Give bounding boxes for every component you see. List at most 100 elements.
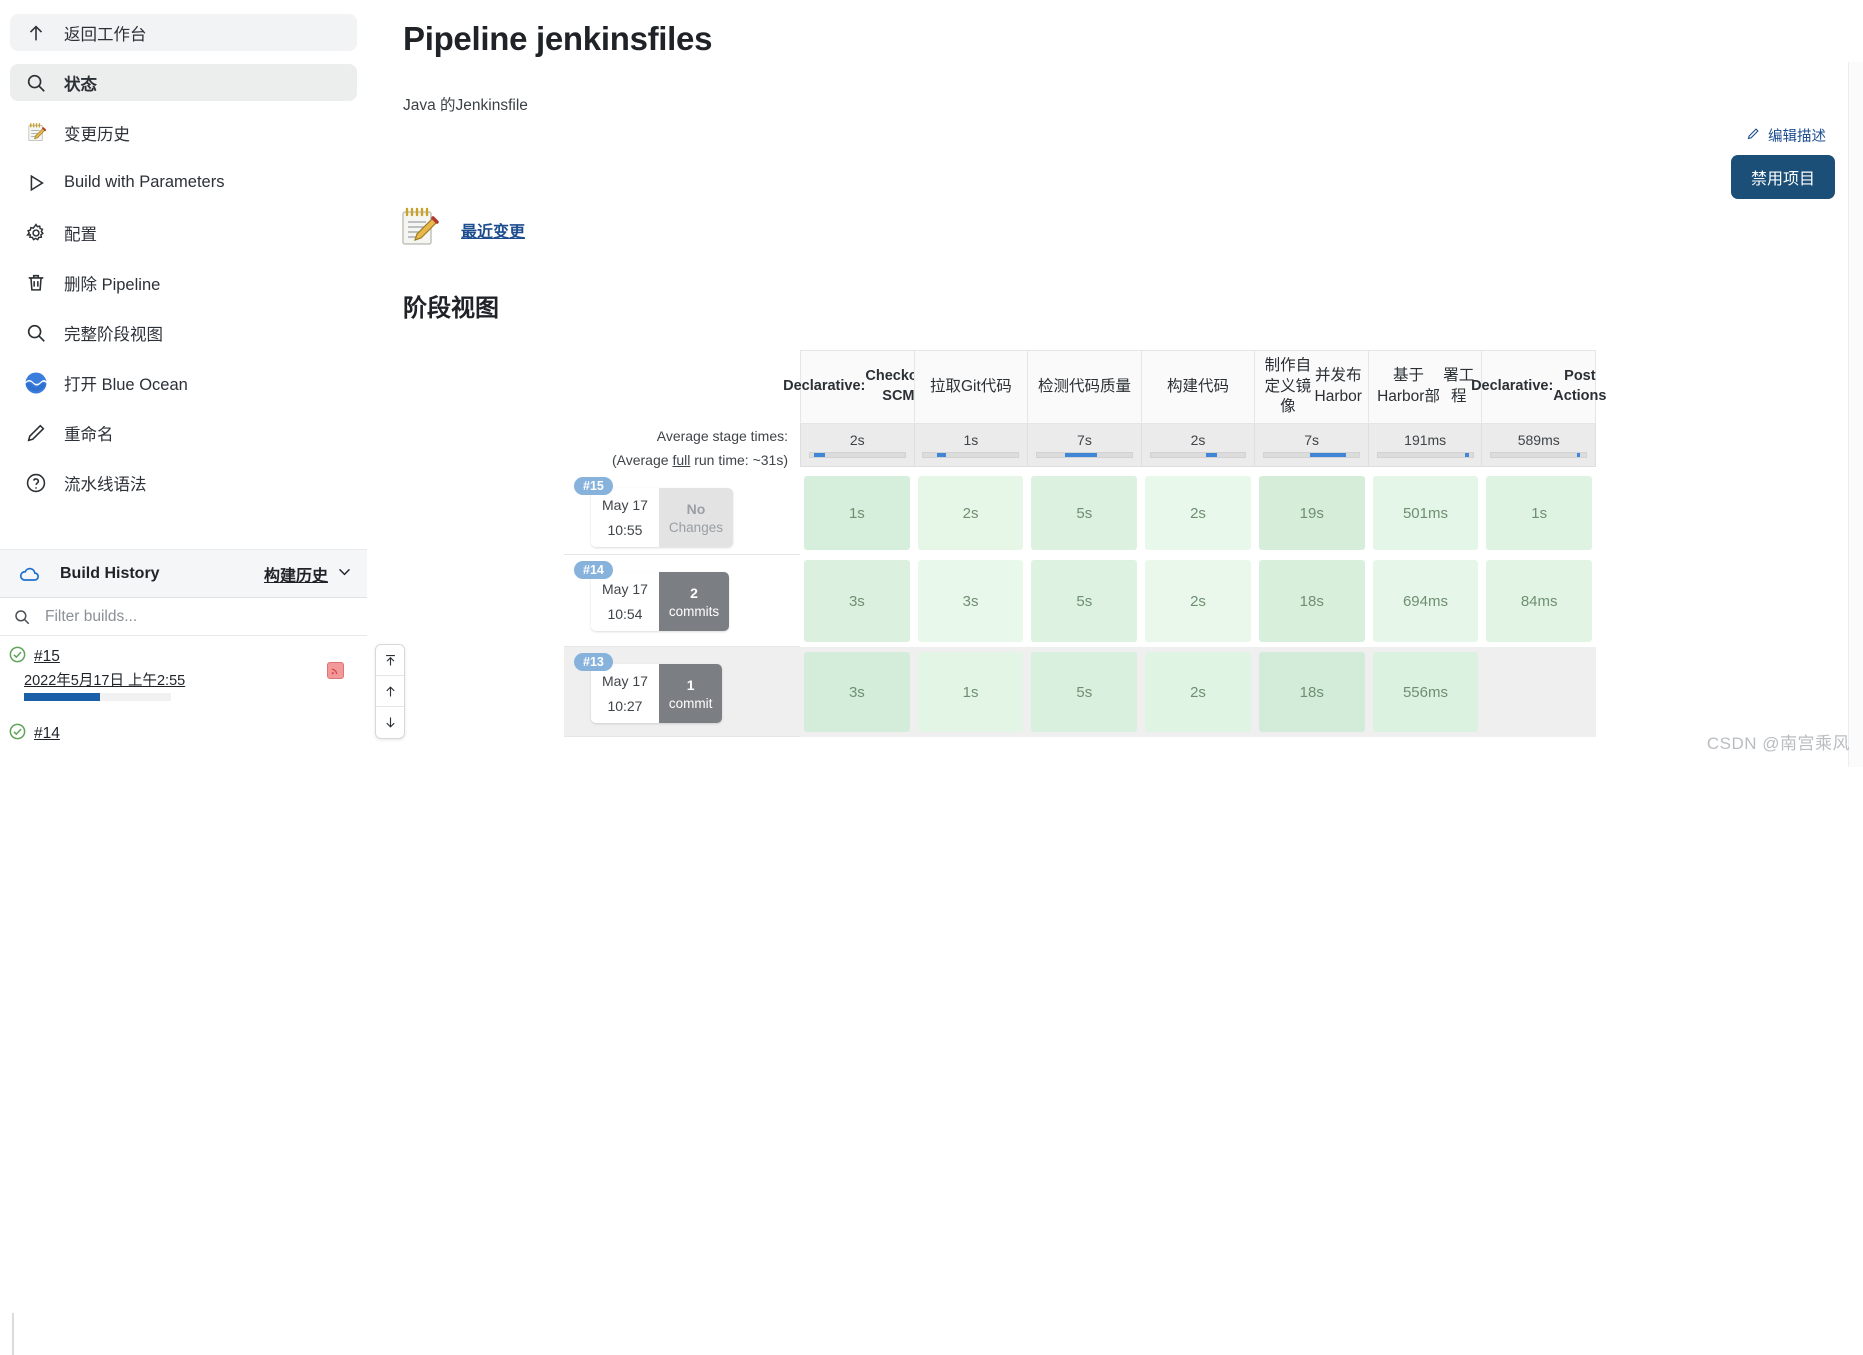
stage-duration-value: 3s: [804, 560, 910, 643]
stage-duration-cell[interactable]: 501ms: [1369, 471, 1483, 555]
stage-average-bar-fill: [1205, 453, 1217, 457]
arrow-up-icon: [24, 21, 48, 45]
scroll-to-top-button[interactable]: [376, 645, 404, 676]
stage-duration-cell[interactable]: 694ms: [1369, 555, 1483, 647]
stage-build-row[interactable]: #15 May 17 10:55 No Changes 1s 2s 5s 2s 19s 501ms 1…: [564, 471, 1596, 556]
recent-changes-row[interactable]: 最近变更: [395, 203, 525, 256]
filter-builds-row[interactable]: [0, 598, 367, 636]
blue-ocean-icon: [24, 371, 48, 395]
stage-duration-cell[interactable]: 3s: [800, 647, 914, 737]
sidebar-item-10[interactable]: 流水线语法: [10, 464, 357, 501]
sidebar-item-label: 状态: [64, 75, 97, 94]
page-description: Java 的Jenkinsfile: [403, 97, 528, 114]
build-item-header: #14: [8, 722, 367, 746]
filter-builds-input[interactable]: [43, 606, 343, 627]
build-date-block: May 17 10:27: [591, 664, 659, 724]
edit-description-link[interactable]: 编辑描述: [1746, 125, 1826, 146]
stage-average-time: 7s: [1304, 432, 1319, 448]
sidebar-item-label: 重命名: [64, 425, 114, 444]
sidebar-item-label: 配置: [64, 225, 97, 244]
stage-average-cell: 7s: [1254, 424, 1368, 467]
search-icon: [24, 321, 48, 345]
scroll-up-button[interactable]: [376, 676, 404, 707]
edit-description-label: 编辑描述: [1768, 129, 1826, 145]
stage-build-row[interactable]: #13 May 17 10:27 1 commit 3s 1s 5s 2s 18s 556ms: [564, 647, 1596, 738]
build-number-badge[interactable]: #13: [574, 653, 613, 672]
stage-header-line2: Post Actions: [1553, 368, 1607, 404]
build-info-card[interactable]: May 17 10:55 No Changes: [591, 488, 733, 548]
search-icon: [10, 605, 34, 629]
stage-duration-cell[interactable]: 18s: [1255, 647, 1369, 737]
sidebar-item-4[interactable]: Build with Parameters: [10, 164, 357, 201]
build-info-card[interactable]: May 17 10:27 1 commit: [591, 664, 723, 724]
build-commits-block[interactable]: 1 commit: [658, 664, 723, 724]
build-commits-block[interactable]: 2 commits: [658, 572, 730, 632]
stage-duration-value: 3s: [917, 560, 1024, 643]
sidebar-item-5[interactable]: 配置: [10, 214, 357, 251]
rss-weather-icon[interactable]: [327, 662, 344, 679]
stage-header-cell: Declarative: Checkout SCM: [783, 350, 931, 424]
sidebar-item-label: 删除 Pipeline: [64, 275, 161, 294]
chevron-down-icon[interactable]: [336, 563, 353, 585]
stage-average-bar-track: [1149, 452, 1247, 458]
watermark: CSDN @南宫乘风: [1706, 734, 1850, 753]
notepad-pencil-icon: [24, 121, 48, 145]
stage-duration-cell[interactable]: 5s: [1027, 555, 1141, 647]
stage-duration-cell[interactable]: 2s: [914, 471, 1028, 555]
build-list-item[interactable]: #15 2022年5月17日 上午2:55: [0, 645, 367, 1355]
stage-build-row[interactable]: #14 May 17 10:54 2 commits 3s 3s 5s 2s 18s 694ms 84…: [564, 555, 1596, 648]
scroll-down-button[interactable]: [376, 707, 404, 738]
stage-duration-value: 694ms: [1372, 560, 1479, 643]
stage-header-cell: 构建代码: [1140, 350, 1255, 424]
pencil-icon: [24, 421, 48, 445]
sidebar-item-3[interactable]: 变更历史: [10, 114, 357, 151]
stage-duration-cell[interactable]: 84ms: [1482, 555, 1596, 647]
stage-duration-value: 2s: [1145, 652, 1251, 733]
build-number-badge[interactable]: #14: [574, 561, 613, 580]
scroll-controls[interactable]: [375, 644, 405, 739]
stage-duration-cell[interactable]: 5s: [1027, 647, 1141, 737]
recent-changes-link[interactable]: 最近变更: [461, 218, 525, 242]
stage-duration-cell[interactable]: 2s: [1141, 471, 1255, 555]
build-number-link[interactable]: #14: [34, 725, 60, 743]
sidebar-item-9[interactable]: 重命名: [10, 414, 357, 451]
stage-duration-value: 2s: [1145, 476, 1251, 551]
page-scrollbar[interactable]: [1848, 0, 1863, 767]
sidebar-item-7[interactable]: 完整阶段视图: [10, 314, 357, 351]
stage-duration-cell[interactable]: 2s: [1141, 555, 1255, 647]
pencil-icon: [1746, 126, 1761, 145]
stage-duration-value: 5s: [1031, 476, 1138, 551]
stage-duration-value: 84ms: [1486, 560, 1593, 643]
build-timestamp[interactable]: 2022年5月17日 上午2:55: [24, 669, 367, 690]
stage-header-cell: 拉取Git代码: [913, 350, 1028, 424]
stage-duration-value: 2s: [917, 476, 1024, 551]
stage-duration-cell[interactable]: 556ms: [1369, 647, 1483, 737]
build-commits-block[interactable]: No Changes: [658, 488, 733, 548]
sidebar-item-1[interactable]: 返回工作台: [10, 14, 357, 51]
stage-duration-cell[interactable]: 19s: [1255, 471, 1369, 555]
build-number-link[interactable]: #15: [34, 648, 60, 666]
stage-duration-cell[interactable]: 1s: [800, 471, 914, 555]
build-commits-count: 1: [686, 676, 695, 693]
sidebar-item-2[interactable]: 状态: [10, 64, 357, 101]
build-time: 10:54: [607, 606, 643, 623]
stage-duration-cell[interactable]: 3s: [914, 555, 1028, 647]
stage-duration-cell[interactable]: 2s: [1141, 647, 1255, 737]
build-history-link[interactable]: 构建历史: [264, 562, 328, 586]
stage-duration-cell[interactable]: 1s: [914, 647, 1028, 737]
play-icon: [24, 171, 48, 195]
sidebar-item-6[interactable]: 删除 Pipeline: [10, 264, 357, 301]
disable-project-button[interactable]: 禁用项目: [1730, 155, 1835, 199]
stage-duration-cell[interactable]: 5s: [1027, 471, 1141, 555]
stage-duration-cell[interactable]: 18s: [1255, 555, 1369, 647]
stage-header-cell: Declarative: Post Actions: [1471, 350, 1606, 424]
stage-average-bar-fill: [813, 453, 826, 457]
stage-duration-cell[interactable]: [1482, 647, 1596, 737]
stage-duration-cell[interactable]: 1s: [1482, 471, 1596, 555]
build-info-card[interactable]: May 17 10:54 2 commits: [591, 572, 730, 632]
stage-duration-cell[interactable]: 3s: [800, 555, 914, 647]
build-list-item[interactable]: #14: [0, 722, 367, 746]
stage-duration-value: 501ms: [1372, 476, 1479, 551]
sidebar-item-8[interactable]: 打开 Blue Ocean: [10, 364, 357, 401]
build-number-badge[interactable]: #15: [574, 477, 613, 496]
